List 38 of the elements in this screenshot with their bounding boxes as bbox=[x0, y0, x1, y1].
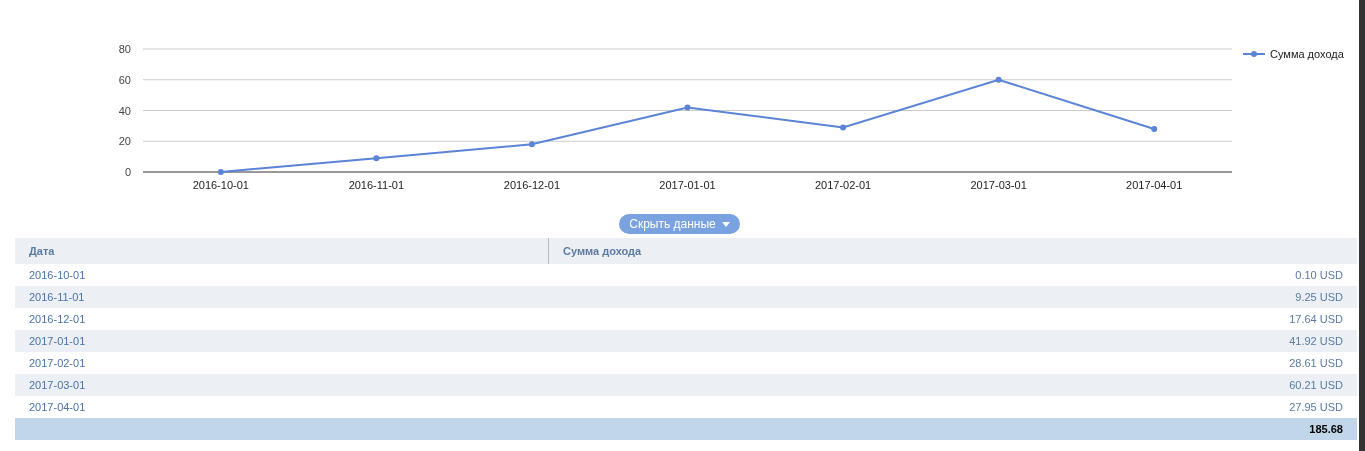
total-amount: 185.68 bbox=[1309, 421, 1343, 437]
y-tick-label: 60 bbox=[118, 73, 131, 86]
x-tick-label: 2017-01-01 bbox=[659, 179, 716, 191]
y-tick-label: 0 bbox=[124, 166, 131, 178]
data-point bbox=[995, 76, 1002, 83]
date-cell-text: 2017-02-01 bbox=[29, 355, 86, 371]
y-tick-label: 40 bbox=[118, 104, 131, 117]
x-tick-label: 2016-11-01 bbox=[348, 179, 405, 191]
data-point bbox=[1151, 125, 1158, 132]
amount-cell-text: 28.61 USD bbox=[1289, 355, 1343, 371]
x-tick-label: 2017-03-01 bbox=[970, 179, 1027, 191]
date-cell-text: 2016-11-01 bbox=[29, 289, 85, 305]
date-cell-text: 2016-10-01 bbox=[29, 267, 86, 283]
data-point bbox=[528, 141, 535, 148]
caret-icon bbox=[721, 221, 730, 227]
x-tick-label: 2016-12-01 bbox=[503, 179, 561, 191]
x-tick-label: 2017-02-01 bbox=[814, 179, 872, 191]
data-point bbox=[684, 104, 691, 111]
hide-data-button[interactable]: Скрыть данные bbox=[619, 214, 740, 234]
x-tick-label: 2016-10-01 bbox=[192, 179, 249, 191]
date-cell-text: 2017-04-01 bbox=[29, 399, 86, 415]
date-cell-text: 2016-12-01 bbox=[29, 311, 86, 327]
legend-label: Сумма дохода bbox=[1270, 48, 1344, 60]
amount-cell-text: 9.25 USD bbox=[1295, 289, 1343, 305]
amount-cell-text: 17.64 USD bbox=[1289, 311, 1343, 327]
y-tick-label: 80 bbox=[118, 43, 131, 55]
date-cell-text: 2017-01-01 bbox=[29, 333, 86, 349]
column-header: Сумма дохода bbox=[562, 243, 643, 259]
data-point bbox=[373, 155, 380, 162]
y-tick-label: 20 bbox=[118, 135, 131, 148]
amount-cell-text: 60.21 USD bbox=[1289, 377, 1343, 393]
date-cell-text: 2017-03-01 bbox=[29, 377, 86, 393]
x-tick-label: 2017-04-01 bbox=[1126, 179, 1183, 191]
data-point bbox=[217, 169, 224, 175]
amount-cell-text: 0.10 USD bbox=[1295, 267, 1343, 283]
data-point bbox=[840, 124, 847, 131]
amount-cell-text: 41.92 USD bbox=[1289, 333, 1343, 349]
amount-cell-text: 27.95 USD bbox=[1289, 399, 1343, 415]
